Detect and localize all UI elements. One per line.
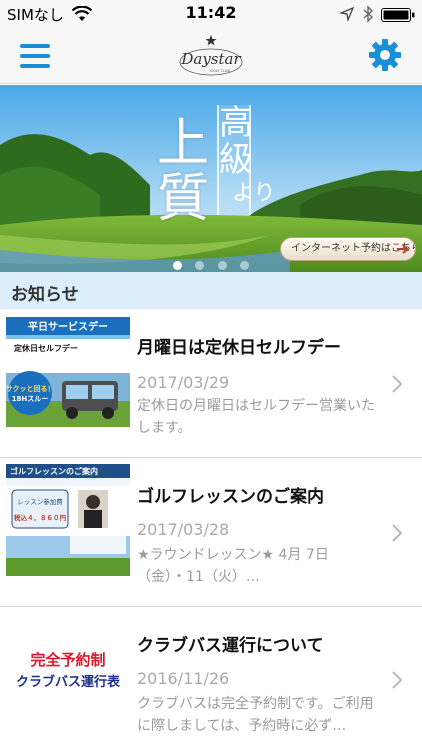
section-title: お知らせ <box>11 285 79 305</box>
thumb-price-label: レッスン参加費 <box>17 497 63 506</box>
news-date: 2017/03/29 <box>137 373 230 392</box>
news-description: 定休日の月曜日はセルフデー営業いたします。 <box>137 398 375 436</box>
battery-icon <box>381 8 415 22</box>
logo-text: Daystar <box>180 50 241 68</box>
thumb-line2: クラブバス運行表 <box>15 675 120 690</box>
news-list-item[interactable]: 完全予約制 クラブバス運行表 クラブバス運行について 2016/11/26 クラ… <box>0 607 422 750</box>
news-description: ★ラウンドレッスン★ 4月 7日（金）・11（火）… <box>137 547 329 585</box>
news-description: クラブバスは完全予約制です。ご利用に際しましては、予約時に必ず… <box>137 696 374 734</box>
menu-button[interactable] <box>20 42 50 70</box>
news-title: ゴルフレッスンのご案内 <box>137 487 324 507</box>
thumb-subheader: 定休日セルフデー <box>13 343 78 353</box>
banner-heading-main: 上質 <box>156 114 209 229</box>
news-list-item[interactable]: ゴルフレッスンのご案内 レッスン参加費 税込４，８６０円 ゴルフレッスンのご案内… <box>0 458 422 607</box>
settings-gear-icon[interactable] <box>368 38 402 72</box>
news-list-item[interactable]: 平日サービスデー 定休日セルフデー サクッと回る！ 18Hスルー 月曜日は定休日… <box>0 309 422 458</box>
arrow-right-icon <box>397 244 409 254</box>
thumb-price: 税込４，８６０円 <box>14 513 67 522</box>
banner-heading-suffix: より <box>232 181 276 206</box>
news-title: 月曜日は定休日セルフデー <box>137 338 341 358</box>
status-bar: SIMなし 11:42 <box>0 0 422 30</box>
carousel-dot[interactable] <box>173 261 183 270</box>
thumbnail-golf-lesson-image: ゴルフレッスンのご案内 レッスン参加費 税込４，８６０円 <box>6 464 130 576</box>
news-section-header: お知らせ <box>0 272 422 309</box>
news-thumbnail: ゴルフレッスンのご案内 レッスン参加費 税込４，８６０円 <box>6 464 130 576</box>
carousel-dot[interactable] <box>217 261 227 270</box>
news-thumbnail: 完全予約制 クラブバス運行表 <box>6 617 130 729</box>
logo-subtext: GOLF CLUB <box>210 69 230 73</box>
carousel-indicator[interactable] <box>0 255 422 272</box>
nav-bar: Daystar GOLF CLUB <box>0 30 422 84</box>
news-title: クラブバス運行について <box>137 636 324 656</box>
news-date: 2017/03/28 <box>137 520 230 539</box>
thumb-header: 平日サービスデー <box>28 320 108 333</box>
banner-carousel[interactable]: 上質 高級 より インターネット予約はこちら <box>0 85 422 272</box>
status-time: 11:42 <box>185 3 237 22</box>
carousel-dot[interactable] <box>239 261 249 270</box>
thumb-header: ゴルフレッスンのご案内 <box>10 466 98 476</box>
daystar-logo: Daystar GOLF CLUB <box>179 35 243 76</box>
thumbnail-service-day-image: 平日サービスデー 定休日セルフデー サクッと回る！ 18Hスルー <box>6 315 130 427</box>
thumb-badge-line1: サクッと回る！ <box>6 384 55 393</box>
chevron-right-icon <box>392 524 402 542</box>
chevron-right-icon <box>392 671 402 689</box>
news-date: 2016/11/26 <box>137 669 230 688</box>
chevron-right-icon <box>392 375 402 393</box>
carousel-dot[interactable] <box>195 261 205 270</box>
thumb-line1: 完全予約制 <box>30 651 106 669</box>
bluetooth-icon <box>363 5 374 23</box>
news-thumbnail: 平日サービスデー 定休日セルフデー サクッと回る！ 18Hスルー <box>6 315 130 427</box>
location-icon <box>340 7 354 21</box>
thumb-badge-line2: 18Hスルー <box>12 395 49 403</box>
